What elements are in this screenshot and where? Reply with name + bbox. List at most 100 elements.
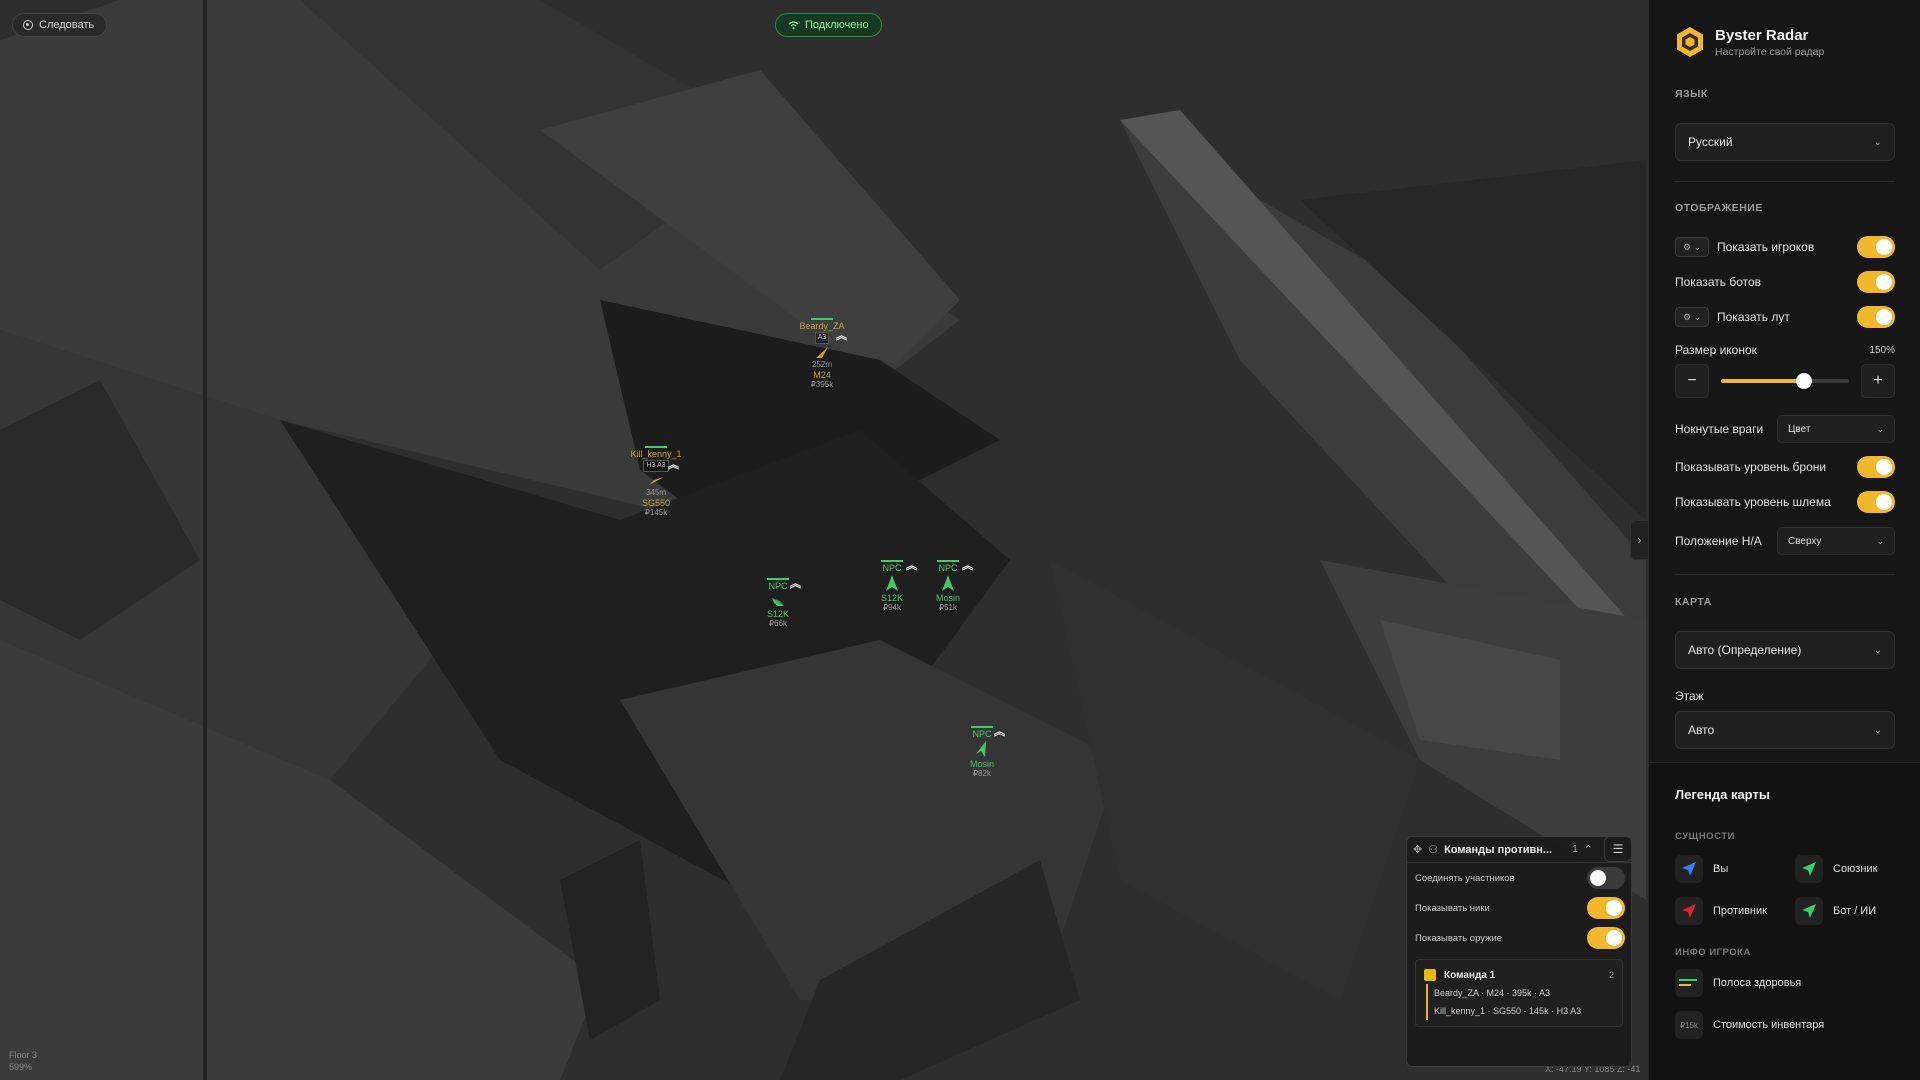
- team-member-count: 2: [1608, 970, 1614, 980]
- helmet-level-toggle[interactable]: [1857, 491, 1895, 513]
- bot-marker[interactable]: NPC Mosin ₽51k ︽: [918, 560, 978, 613]
- entity-weapon: SG550: [641, 498, 671, 508]
- connect-members-toggle[interactable]: [1587, 867, 1625, 889]
- legend-health-label: Полоса здоровья: [1713, 977, 1802, 989]
- health-bar: [971, 726, 993, 728]
- show-bots-toggle[interactable]: [1857, 271, 1895, 293]
- teams-panel-header[interactable]: ✥ ⚇ Команды противн... 1 ⌃: [1407, 837, 1631, 863]
- legend-bot-label: Бот / ИИ: [1833, 905, 1877, 917]
- armor-level-toggle[interactable]: [1857, 456, 1895, 478]
- armor-level-label: Показывать уровень брони: [1675, 460, 1827, 474]
- icon-size-value: 150%: [1869, 344, 1895, 356]
- floor-select[interactable]: Авто ⌄: [1675, 711, 1895, 749]
- enemy-arrow-icon: [816, 347, 828, 358]
- icon-size-track[interactable]: [1721, 373, 1849, 389]
- language-select[interactable]: Русский ⌄: [1675, 123, 1895, 161]
- health-bar: [937, 560, 959, 562]
- bot-marker[interactable]: NPC Mosin ₽82k ︽: [952, 726, 1012, 779]
- show-nicknames-toggle[interactable]: [1587, 897, 1625, 919]
- map-legend: Легенда карты СУЩНОСТИ Вы Союзник Против…: [1649, 762, 1920, 1080]
- chevron-down-icon: ⌄: [1876, 535, 1884, 546]
- show-weapons-label: Показывать оружие: [1415, 932, 1503, 944]
- connection-status-badge: Подключено: [775, 13, 882, 37]
- enemy-arrow-icon: [1682, 904, 1696, 918]
- health-bar: [645, 446, 667, 448]
- health-bar: [767, 578, 789, 580]
- enemy-marker[interactable]: Beardy_ZA A3 252m M24 ₽395k ︽: [792, 318, 852, 390]
- target-icon: [23, 20, 33, 30]
- health-bar: [881, 560, 903, 562]
- show-nicknames-row: Показывать ники: [1407, 893, 1631, 923]
- elevation-up-icon: ︽: [962, 560, 973, 572]
- show-loot-toggle[interactable]: [1857, 306, 1895, 328]
- show-loot-label: Показать лут: [1717, 310, 1790, 324]
- ally-arrow-icon: [1802, 862, 1816, 876]
- map-section-title: КАРТА: [1675, 596, 1712, 608]
- legend-you: Вы: [1675, 855, 1728, 883]
- entity-name: Kill_kenny_1: [630, 449, 682, 459]
- entity-weapon: S12K: [766, 609, 790, 619]
- teams-settings-button[interactable]: ☰: [1604, 836, 1632, 862]
- elevation-up-icon: ︽: [668, 459, 679, 471]
- entities-section-title: СУЩНОСТИ: [1675, 831, 1735, 842]
- value-sample-icon: ₽15k: [1675, 1011, 1703, 1039]
- decrease-size-button[interactable]: −: [1675, 364, 1709, 398]
- connect-members-label: Соединять участников: [1415, 872, 1515, 884]
- armor-tag: A3: [814, 332, 830, 344]
- team-member: Kill_kenny_1 · SG550 · 145k · H3 A3: [1426, 1002, 1614, 1020]
- elevation-up-icon: ︽: [836, 330, 847, 342]
- slider-knob[interactable]: [1796, 373, 1813, 389]
- chevron-up-icon[interactable]: ⌃: [1584, 843, 1593, 856]
- chevron-down-icon: ⌄: [1873, 644, 1882, 656]
- sliders-icon: ☰: [1612, 842, 1624, 856]
- player-settings-button[interactable]: ⚙ ⌄: [1675, 237, 1709, 257]
- collapse-sidebar-button[interactable]: ›: [1630, 520, 1648, 560]
- teams-panel-title: Команды противн...: [1444, 843, 1553, 856]
- show-weapons-row: Показывать оружие: [1407, 923, 1631, 953]
- bot-arrow-icon: [1802, 904, 1816, 918]
- armor-tag: H3 A3: [643, 460, 669, 472]
- show-weapons-toggle[interactable]: [1587, 927, 1625, 949]
- floor-label: Этаж: [1675, 689, 1704, 703]
- follow-button[interactable]: Следовать: [12, 13, 108, 37]
- bot-marker[interactable]: NPC S12K ₽94k ︽: [862, 560, 922, 613]
- bot-arrow-icon: [886, 575, 898, 591]
- brand-subtitle: Настройте свой радар: [1715, 45, 1825, 58]
- show-players-toggle[interactable]: [1857, 236, 1895, 258]
- team-card[interactable]: Команда 1 2 Beardy_ZA · M24 · 395k · A3 …: [1415, 959, 1623, 1027]
- entity-value: ₽94k: [883, 603, 901, 612]
- bot-marker[interactable]: NPC S12K ₽66k ︽: [748, 578, 808, 629]
- ha-position-select[interactable]: Сверху ⌄: [1777, 527, 1895, 555]
- teams-count: 1: [1572, 844, 1578, 855]
- legend-you-label: Вы: [1713, 863, 1729, 875]
- map-select[interactable]: Авто (Определение) ⌄: [1675, 631, 1895, 669]
- icon-size-slider: − +: [1675, 364, 1895, 398]
- loot-settings-button[interactable]: ⚙ ⌄: [1675, 307, 1709, 327]
- helmet-level-label: Показывать уровень шлема: [1675, 495, 1831, 509]
- health-bar: [811, 318, 833, 320]
- floor-row: Этаж: [1675, 684, 1895, 708]
- legend-inventory-value: ₽15k Стоимость инвентаря: [1675, 1011, 1824, 1039]
- show-loot-row: ⚙ ⌄ Показать лут: [1675, 305, 1895, 329]
- show-bots-label: Показать ботов: [1675, 275, 1762, 289]
- player-info-section-title: ИНФО ИГРОКА: [1675, 947, 1751, 958]
- increase-size-button[interactable]: +: [1861, 364, 1895, 398]
- entity-distance: 345m: [645, 488, 666, 497]
- ha-position-row: Положение H/A Сверху ⌄: [1675, 526, 1895, 556]
- legend-enemy-label: Противник: [1713, 905, 1767, 917]
- floor-zoom-readout: Floor 3 599%: [9, 1049, 37, 1073]
- you-arrow-icon: [1682, 862, 1696, 876]
- legend-value-label: Стоимость инвентаря: [1713, 1019, 1825, 1031]
- chevron-down-icon: ⌄: [1876, 423, 1884, 434]
- divider: [1675, 181, 1895, 182]
- drag-handle-icon[interactable]: ✥: [1413, 843, 1422, 856]
- brand-title: Byster Radar: [1715, 26, 1809, 44]
- entity-value: ₽395k: [810, 380, 834, 389]
- knocked-enemies-select[interactable]: Цвет ⌄: [1777, 415, 1895, 443]
- enemy-marker[interactable]: Kill_kenny_1 H3 A3 345m SG550 ₽145k ︽: [626, 446, 686, 518]
- show-players-label: Показать игроков: [1717, 240, 1815, 254]
- show-nicknames-label: Показывать ники: [1415, 902, 1490, 914]
- entity-weapon: Mosin: [969, 759, 994, 769]
- radar-map[interactable]: Следовать Подключено Beardy_ZA A3 252m M…: [0, 0, 1648, 1080]
- team-member: Beardy_ZA · M24 · 395k · A3: [1426, 984, 1614, 1002]
